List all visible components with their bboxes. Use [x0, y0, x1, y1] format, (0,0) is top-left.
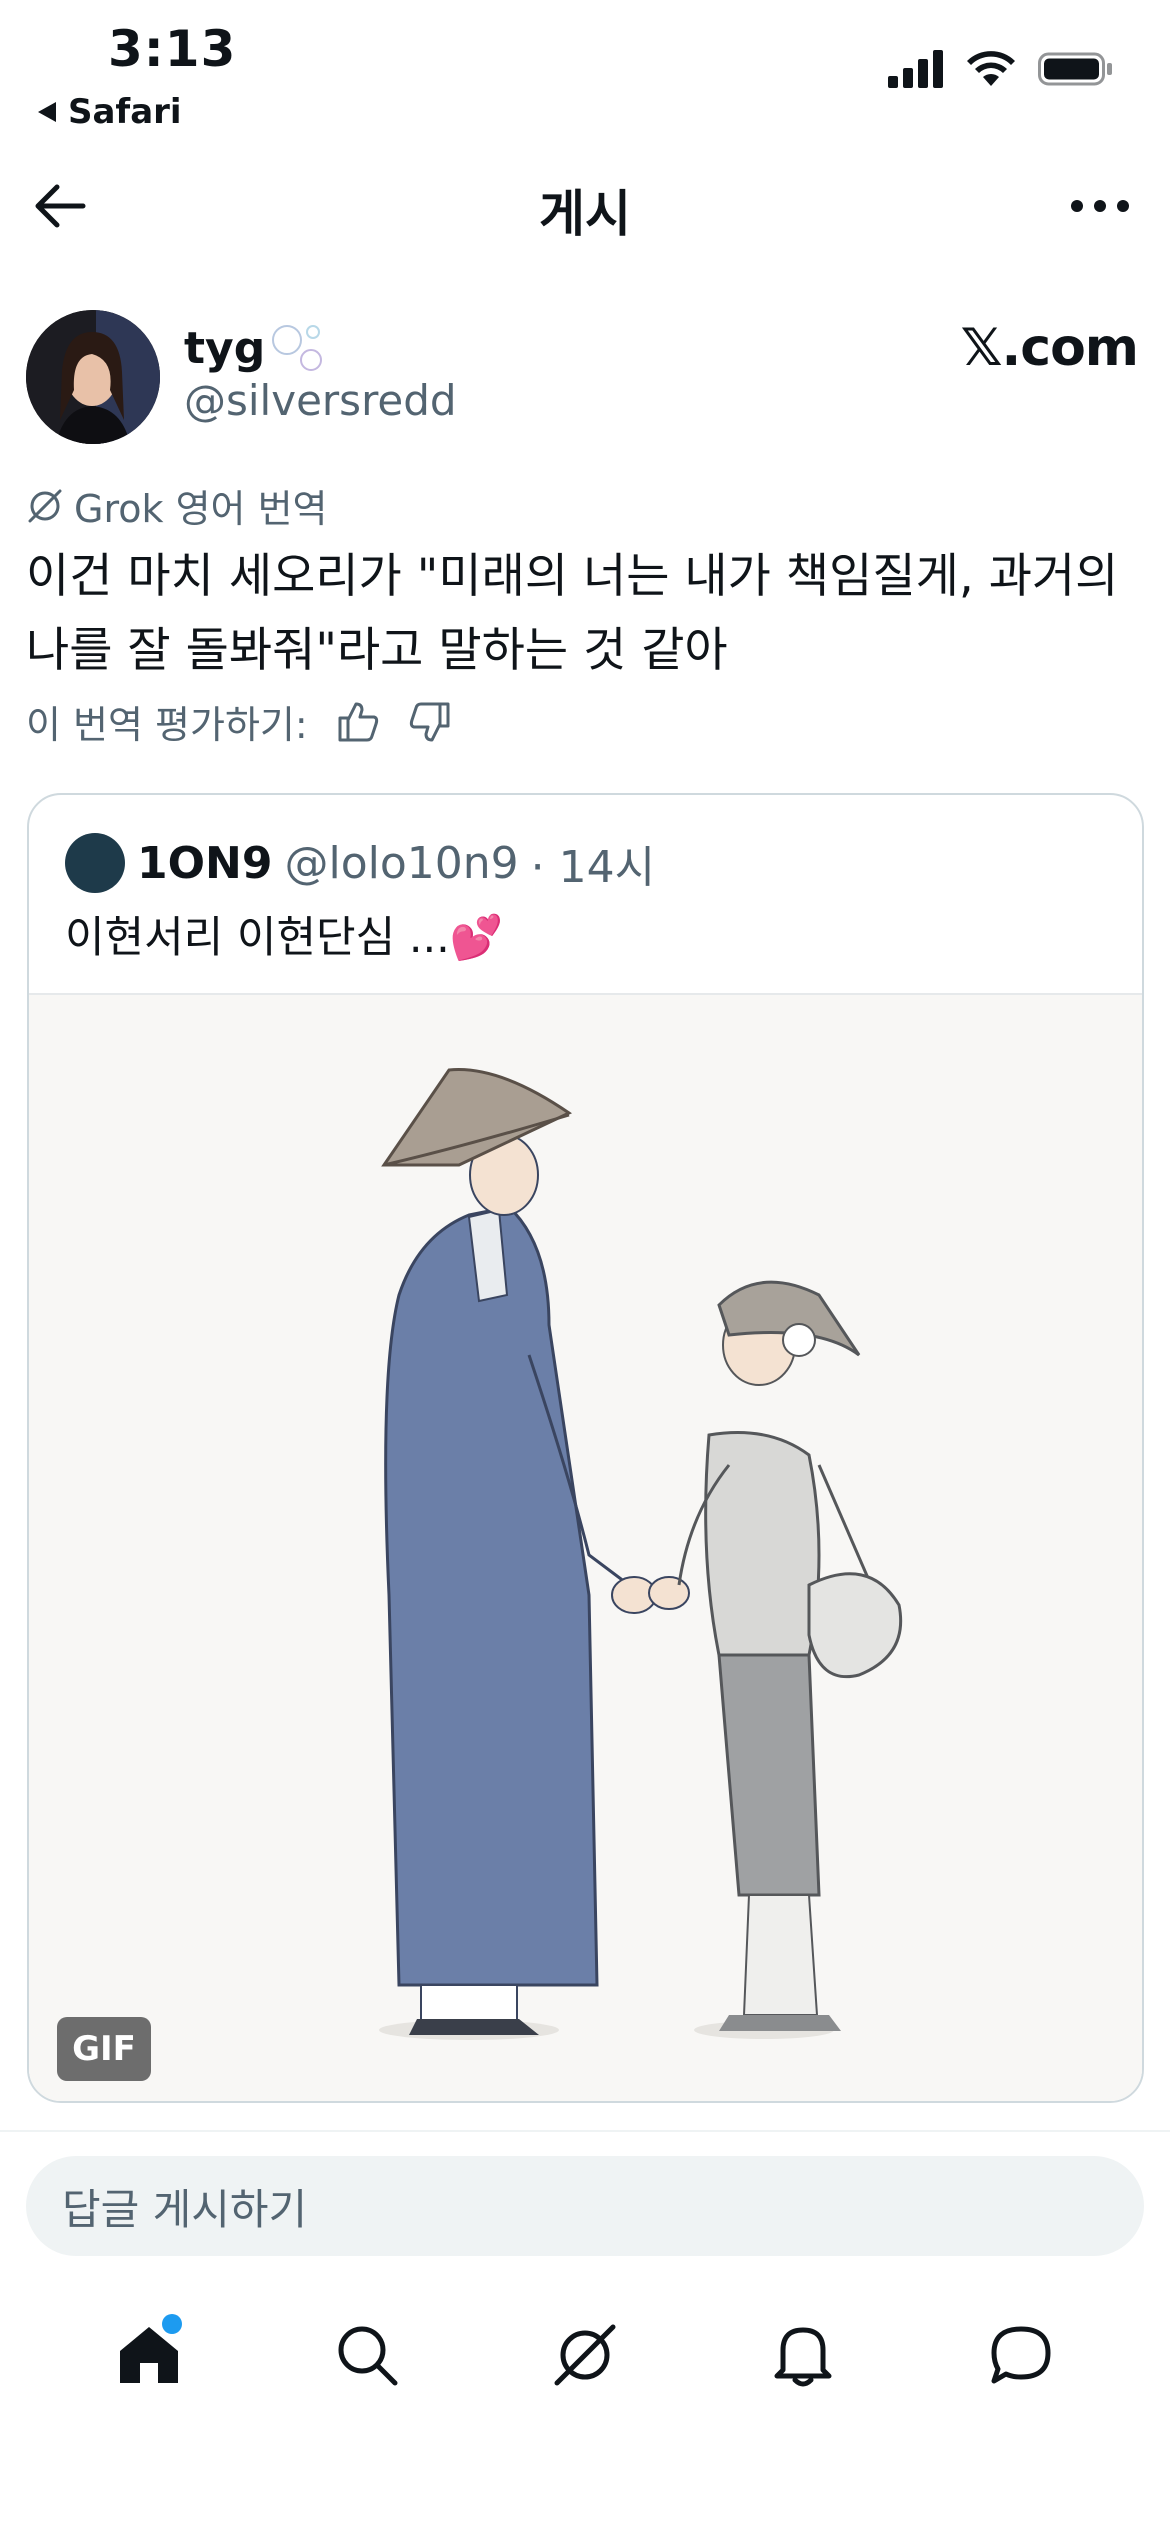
quoted-author-name: 1ON9: [137, 837, 273, 889]
author-name-text: tyg: [184, 322, 266, 374]
thumbs-down-icon[interactable]: [408, 700, 452, 744]
status-bar: 3:13 Safari: [0, 0, 1170, 140]
nav-grok[interactable]: [530, 2300, 640, 2410]
messages-icon: [991, 2326, 1051, 2384]
more-options-button[interactable]: [1060, 174, 1140, 238]
grok-icon: [554, 2324, 616, 2386]
signal-icon: [888, 50, 943, 88]
back-app-label: Safari: [68, 92, 182, 132]
reply-input[interactable]: 답글 게시하기: [26, 2156, 1144, 2256]
back-to-app-link[interactable]: Safari: [36, 92, 182, 132]
quoted-post-time: · 14시: [530, 842, 656, 893]
quoted-post-card[interactable]: 1ON9 @lolo10n9 · 14시 이현서리 이현단심 ...💕 GIF: [27, 793, 1144, 2103]
new-content-dot: [162, 2314, 182, 2334]
author-handle[interactable]: @silversredd: [184, 376, 457, 425]
quoted-post-header: 1ON9 @lolo10n9 · 14시: [65, 831, 655, 895]
more-horizontal-icon: [1071, 200, 1129, 212]
back-triangle-icon: [38, 102, 56, 122]
divider: [0, 2130, 1170, 2132]
bubbles-emoji-icon: [272, 325, 323, 371]
gif-illustration: [29, 995, 1142, 2101]
gif-badge: GIF: [57, 2017, 151, 2081]
thumbs-up-icon[interactable]: [336, 700, 380, 744]
grok-translation-text: Grok 영어 번역: [74, 487, 328, 531]
nav-home[interactable]: [94, 2300, 204, 2410]
rate-translation-label: 이 번역 평가하기:: [26, 703, 308, 747]
quoted-post-text: 이현서리 이현단심 ...💕: [65, 913, 504, 963]
battery-icon: [1038, 52, 1112, 86]
quoted-author-handle: @lolo10n9: [284, 837, 519, 889]
page-title: 게시: [539, 185, 631, 243]
reply-placeholder: 답글 게시하기: [62, 2184, 308, 2234]
quoted-author-avatar: [65, 833, 125, 893]
nav-notifications[interactable]: [748, 2300, 858, 2410]
post-header: 게시: [0, 160, 1170, 250]
status-icons: [888, 50, 1114, 88]
grok-icon: [28, 489, 62, 522]
author-name[interactable]: tyg: [184, 322, 327, 374]
bottom-navigation: [0, 2300, 1170, 2410]
post-author: tyg @silversredd 𝕏.com: [26, 310, 1146, 450]
notifications-icon: [774, 2327, 832, 2387]
post-body-text: 이건 마치 세오리가 "미래의 너는 내가 책임질게, 과거의 나를 잘 돌봐줘…: [26, 549, 1119, 678]
nav-messages[interactable]: [966, 2300, 1076, 2410]
nav-search[interactable]: [312, 2300, 422, 2410]
author-avatar[interactable]: [26, 310, 160, 444]
quoted-gif-media[interactable]: [29, 993, 1142, 2101]
xcom-brand: 𝕏.com: [960, 318, 1139, 378]
wifi-icon: [967, 51, 1015, 86]
rate-translation: 이 번역 평가하기:: [26, 694, 452, 749]
grok-translation-label: Grok 영어 번역: [26, 478, 328, 533]
status-time: 3:13: [108, 20, 237, 78]
search-icon: [338, 2326, 398, 2386]
